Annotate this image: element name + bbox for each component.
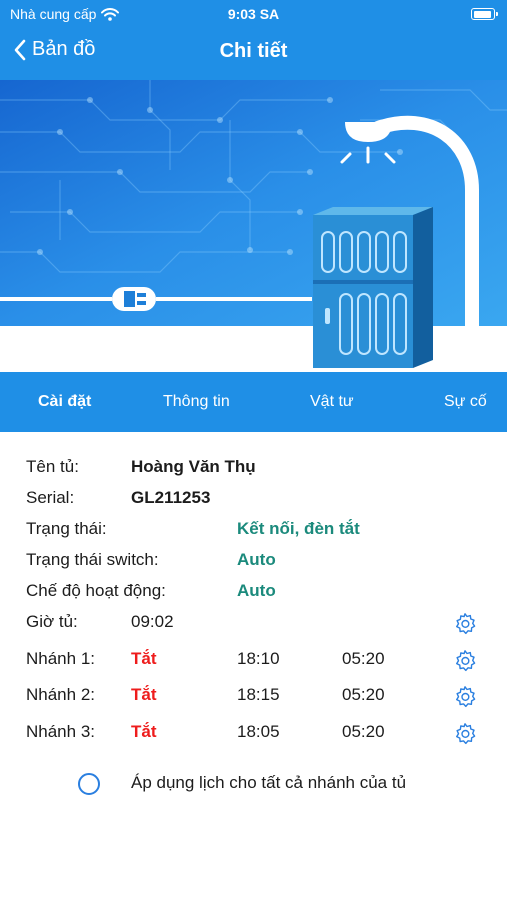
tab-cai-dat[interactable]: Cài đặt [38,372,91,432]
cabinet-name-label: Tên tủ: [26,457,79,476]
branch-2-label: Nhánh 2: [26,685,95,704]
branch-3-on-time: 18:05 [237,722,280,741]
status-label: Trạng thái: [26,519,107,538]
status-value: Kết nối, đèn tắt [237,519,360,538]
mode-value: Auto [237,581,276,600]
apply-all-radio-button-icon[interactable] [78,773,100,795]
apply-all-label[interactable]: Áp dụng lịch cho tất cả nhánh của tủ [131,768,406,798]
settings-panel: Tên tủ: Hoàng Văn Thụ Serial: GL211253 T… [0,432,507,900]
mode-label: Chế độ hoạt động: [26,581,166,600]
header-banner-image [0,80,507,372]
branch-2-settings-gear-icon[interactable] [453,685,477,709]
cabinet-name-value: Hoàng Văn Thụ [131,457,256,476]
status-time: 9:03 SA [227,6,280,22]
branch-2-off-time: 05:20 [342,685,385,704]
tab-thong-tin[interactable]: Thông tin [163,372,230,432]
branch-2-state: Tắt [131,685,157,704]
branch-3-off-time: 05:20 [342,722,385,741]
page-title: Chi tiết [219,40,288,62]
branch-3-settings-gear-icon[interactable] [453,722,477,746]
tab-su-co[interactable]: Sự cố [444,372,487,432]
clock-label: Giờ tủ: [26,612,78,631]
branch-1-label: Nhánh 1: [26,649,95,668]
branch-3-label: Nhánh 3: [26,722,95,741]
serial-label: Serial: [26,488,75,507]
branch-1-off-time: 05:20 [342,649,385,668]
branch-2-on-time: 18:15 [237,685,280,704]
clock-value: 09:02 [131,612,174,631]
branch-1-state: Tắt [131,649,157,668]
status-bar: Nhà cung cấp 9:03 SA [0,5,507,25]
app-header: Nhà cung cấp 9:03 SA Bản đồ Chi tiết [0,0,507,80]
tab-bar: Cài đặt Thông tin Vật tư Sự cố [0,372,507,432]
switch-status-label: Trạng thái switch: [26,550,159,569]
clock-settings-gear-icon[interactable] [453,612,477,636]
branch-3-state: Tắt [131,722,157,741]
tab-vat-tu[interactable]: Vật tư [310,372,354,432]
battery-icon [471,8,498,20]
branch-1-settings-gear-icon[interactable] [453,649,477,673]
switch-status-value: Auto [237,550,276,569]
serial-value: GL211253 [131,488,211,507]
branch-1-on-time: 18:10 [237,649,280,668]
